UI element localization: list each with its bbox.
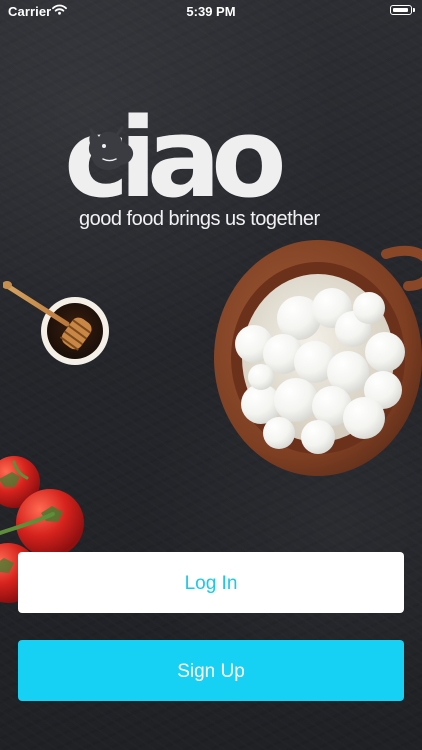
carrier-label: Carrier: [8, 4, 52, 19]
sign-up-button[interactable]: Sign Up: [18, 640, 404, 701]
log-in-button[interactable]: Log In: [18, 552, 404, 613]
welcome-screen: Carrier 5:39 PM ciao good food brings us…: [0, 0, 422, 750]
battery-icon: [390, 5, 415, 15]
wifi-icon: [52, 4, 67, 15]
brand-logo: ciao: [64, 103, 356, 213]
status-time: 5:39 PM: [186, 4, 236, 19]
tagline: good food brings us together: [79, 208, 320, 230]
honey-dipper-icon: [3, 281, 109, 365]
cow-icon: [88, 126, 134, 170]
status-bar: Carrier 5:39 PM: [0, 0, 422, 24]
mozzarella-bowl-icon: [214, 240, 422, 476]
